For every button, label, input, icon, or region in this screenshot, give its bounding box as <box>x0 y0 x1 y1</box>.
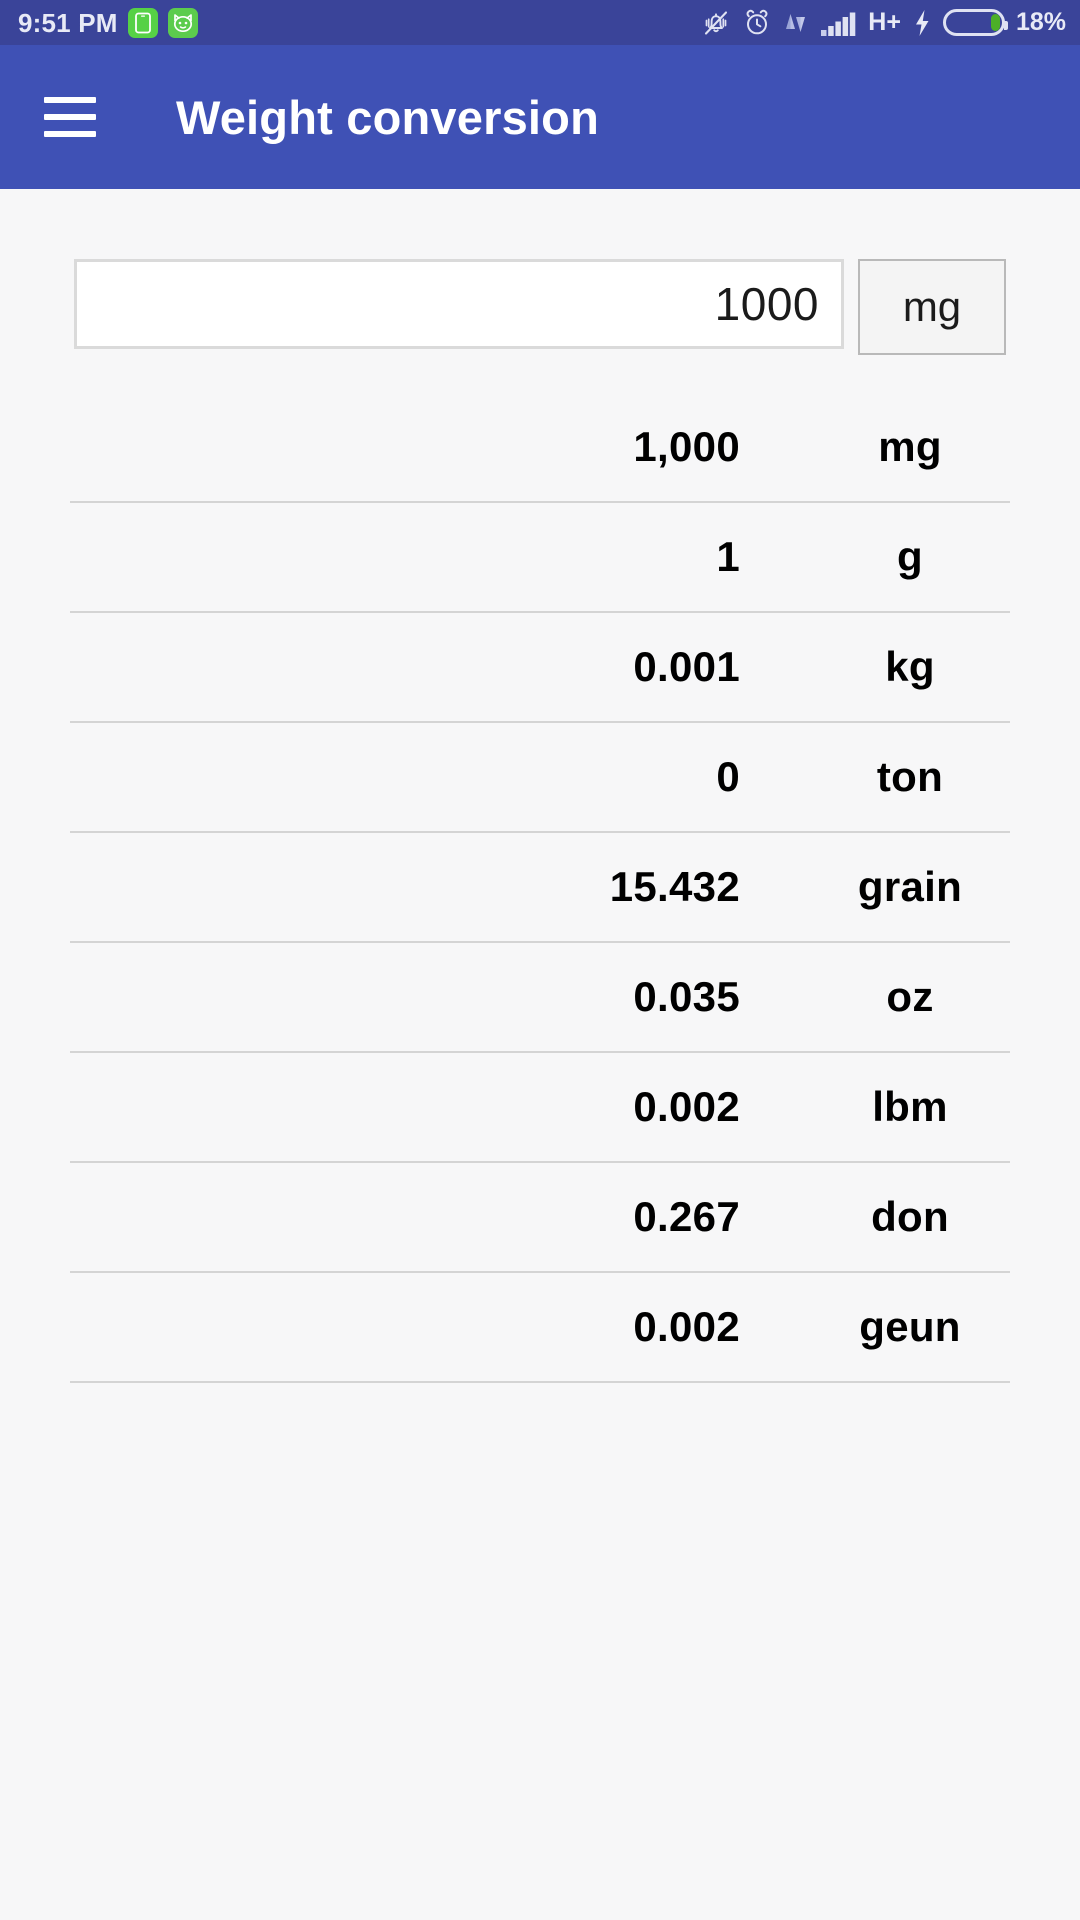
conversion-unit: grain <box>857 863 963 910</box>
conversion-list: 1,000 mg 1 g 0.001 kg 0 ton 15.432 grain… <box>0 393 1080 1383</box>
conversion-value: 0.002 <box>633 1083 740 1130</box>
alarm-clock-icon <box>742 8 772 38</box>
app-bar: Weight conversion <box>0 45 1080 189</box>
amount-input[interactable]: 1000 <box>74 259 844 349</box>
conversion-value: 0.035 <box>633 973 740 1020</box>
conversion-value: 0 <box>716 753 740 800</box>
hamburger-line <box>44 114 96 120</box>
phone-app-icon <box>127 7 158 38</box>
conversion-value: 0.001 <box>633 643 740 690</box>
conversion-value: 0.002 <box>633 1303 740 1350</box>
input-row: 1000 mg <box>0 259 1080 355</box>
hamburger-menu-icon[interactable] <box>44 97 96 137</box>
battery-percent-label: 18% <box>1015 8 1066 36</box>
hamburger-line <box>44 97 96 103</box>
hamburger-line <box>44 131 96 137</box>
page-title: Weight conversion <box>176 90 599 144</box>
table-row[interactable]: 0.035 oz <box>70 943 1010 1053</box>
conversion-unit: don <box>871 1193 949 1240</box>
table-row[interactable]: 0.002 geun <box>70 1273 1010 1383</box>
table-row[interactable]: 1 g <box>70 503 1010 613</box>
conversion-unit: g <box>897 533 923 580</box>
battery-fill <box>990 14 1000 31</box>
table-row[interactable]: 1,000 mg <box>70 393 1010 503</box>
conversion-unit: geun <box>859 1303 961 1350</box>
table-row[interactable]: 0.267 don <box>70 1163 1010 1273</box>
conversion-value: 0.267 <box>633 1193 740 1240</box>
bell-muted-icon <box>701 8 731 38</box>
lightning-bolt-icon <box>912 8 932 38</box>
table-row[interactable]: 0.002 lbm <box>70 1053 1010 1163</box>
status-bar: 9:51 PM H+ 18% <box>0 0 1080 45</box>
status-bar-clock: 9:51 PM <box>18 7 118 38</box>
network-type-label: H+ <box>868 8 901 36</box>
source-unit-selector[interactable]: mg <box>858 259 1006 355</box>
source-unit-label: mg <box>902 283 962 330</box>
conversion-unit: kg <box>885 643 935 690</box>
conversion-value: 1 <box>716 533 740 580</box>
status-bar-left: 9:51 PM <box>18 7 198 38</box>
cat-face-app-icon <box>167 7 198 38</box>
status-bar-right: H+ 18% <box>701 8 1066 38</box>
amount-input-value: 1000 <box>714 278 819 330</box>
table-row[interactable]: 0 ton <box>70 723 1010 833</box>
conversion-unit: ton <box>876 753 944 800</box>
data-transfer-icon <box>783 8 809 38</box>
battery-icon <box>942 9 1008 36</box>
conversion-value: 15.432 <box>609 863 740 910</box>
table-row[interactable]: 0.001 kg <box>70 613 1010 723</box>
conversion-value: 1,000 <box>633 423 740 470</box>
table-row[interactable]: 15.432 grain <box>70 833 1010 943</box>
conversion-unit: lbm <box>872 1083 948 1130</box>
conversion-unit: mg <box>878 423 942 470</box>
signal-bars-icon <box>820 8 858 38</box>
conversion-unit: oz <box>886 973 934 1020</box>
main-content: 1000 mg 1,000 mg 1 g 0.001 kg 0 ton 15.4… <box>0 189 1080 1920</box>
